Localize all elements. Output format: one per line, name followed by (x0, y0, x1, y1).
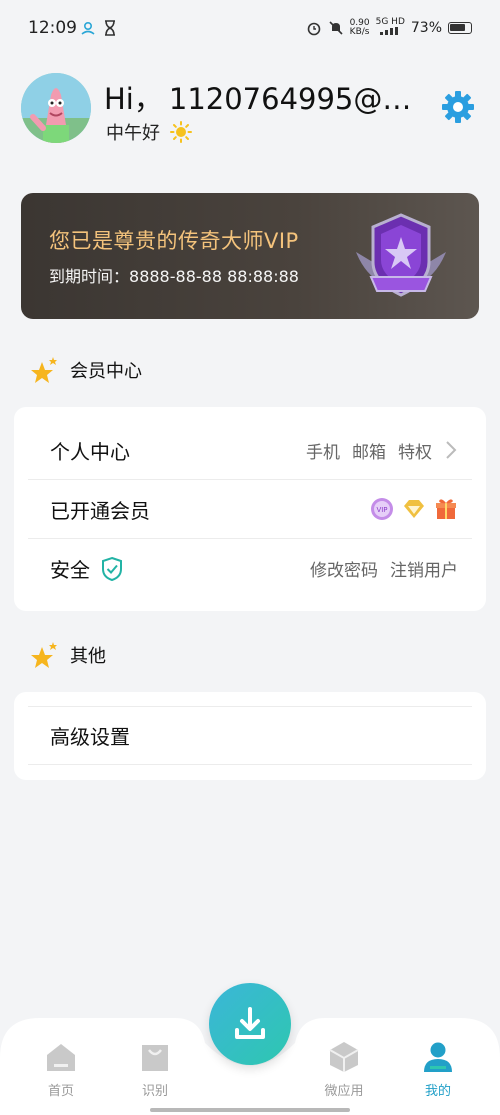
subgreeting: 中午好 (106, 119, 192, 145)
download-icon (235, 1007, 265, 1039)
vip-expire-value: 8888-88-88 88:88:88 (129, 267, 299, 286)
row-security[interactable]: 安全 修改密码 注销用户 (28, 539, 472, 598)
network-indicator: 5G HD (376, 18, 405, 38)
nav-home[interactable]: 首页 (21, 1040, 101, 1099)
avatar-image (21, 73, 91, 143)
chevron-right-icon (446, 441, 457, 459)
home-indicator[interactable] (150, 1108, 350, 1112)
cube-icon (329, 1042, 359, 1072)
section-others: 其他 (30, 641, 106, 669)
vip-card[interactable]: 您已是尊贵的传奇大师VIP 到期时间：8888-88-88 88:88:88 (21, 193, 479, 319)
row-opened-membership[interactable]: 已开通会员 VIP (28, 480, 472, 539)
vip-title: 您已是尊贵的传奇大师VIP (49, 229, 299, 253)
status-bar: 12:09 0.90 KB/s 5G HD 73% (0, 0, 500, 60)
signal-icon (380, 27, 399, 35)
link-privilege[interactable]: 特权 (398, 438, 432, 463)
vip-expire: 到期时间：8888-88-88 88:88:88 (49, 267, 299, 286)
avatar[interactable] (21, 73, 91, 143)
sun-icon (170, 121, 192, 143)
star-icon (31, 357, 57, 383)
shield-check-icon (102, 556, 122, 581)
settings-gear-icon[interactable] (441, 90, 475, 124)
account-sync-icon (81, 21, 95, 35)
status-time: 12:09 (28, 18, 77, 38)
shopping-bag-icon (142, 1045, 168, 1071)
home-icon (47, 1044, 75, 1071)
battery-icon (448, 22, 472, 34)
person-icon (424, 1042, 452, 1072)
delete-user-link[interactable]: 注销用户 (390, 556, 458, 581)
link-email[interactable]: 邮箱 (352, 438, 386, 463)
account-name: 1120764995@q… (168, 82, 429, 116)
others-card: 高级设置 (14, 692, 486, 780)
greeting: Hi， 1120764995@q… (104, 82, 429, 116)
diamond-membership-icon (404, 500, 424, 518)
nav-recognize[interactable]: 识别 (115, 1040, 195, 1099)
hourglass-icon (105, 20, 115, 36)
download-fab-button[interactable] (209, 983, 291, 1065)
alarm-icon (307, 22, 320, 36)
member-card: 个人中心 手机 邮箱 特权 已开通会员 VIP 安全 修改密码 注销用户 (14, 407, 486, 611)
star-icon (31, 642, 57, 668)
nav-mine[interactable]: 我的 (398, 1040, 478, 1099)
row-advanced-settings[interactable]: 高级设置 (28, 706, 472, 765)
change-password-link[interactable]: 修改密码 (310, 556, 378, 581)
battery-percent: 73% (410, 20, 442, 36)
nav-micro-apps[interactable]: 微应用 (304, 1040, 384, 1099)
link-phone[interactable]: 手机 (306, 438, 340, 463)
vip-badge-icon (356, 213, 446, 297)
mute-icon (328, 21, 343, 35)
row-personal-center[interactable]: 个人中心 手机 邮箱 特权 (28, 421, 472, 480)
section-member-center: 会员中心 (30, 356, 142, 384)
gift-membership-icon (436, 499, 456, 519)
svg-text:VIP: VIP (376, 506, 387, 514)
vip-membership-icon: VIP (371, 498, 393, 520)
net-speed: 0.90 KB/s (349, 18, 370, 37)
